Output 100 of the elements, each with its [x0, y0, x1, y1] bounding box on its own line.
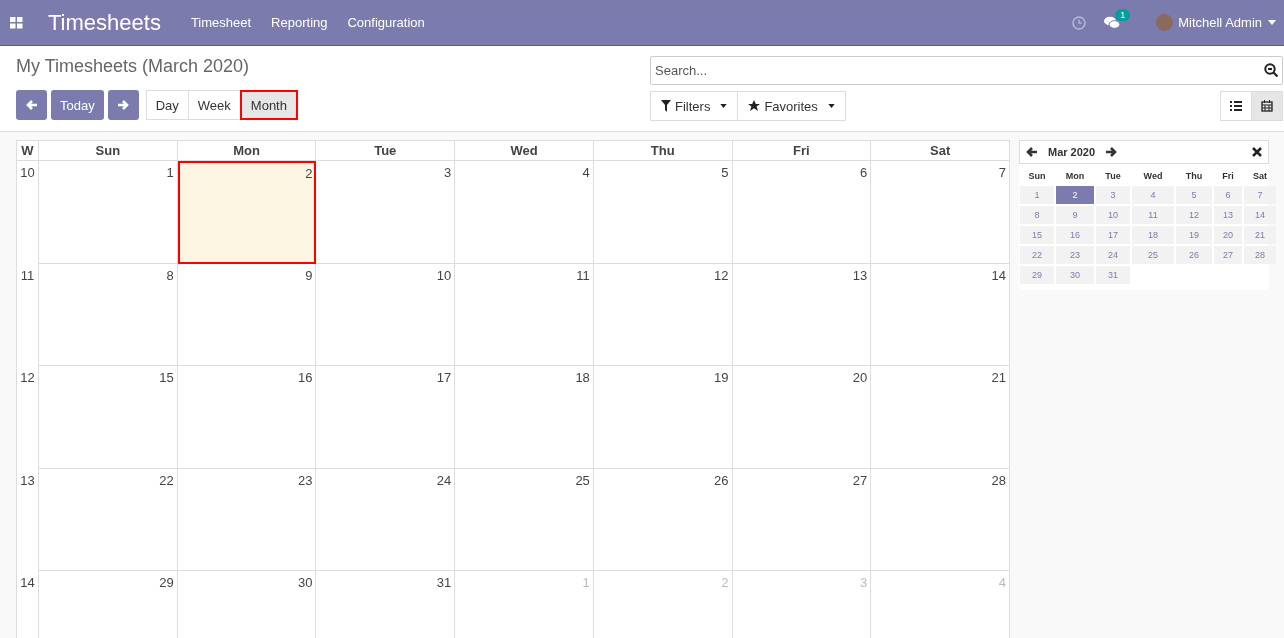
day-cell[interactable]: 3: [316, 161, 456, 264]
mini-day[interactable]: 11: [1132, 206, 1174, 224]
day-header: Sun: [39, 141, 178, 161]
close-icon[interactable]: [1252, 147, 1262, 157]
mini-day[interactable]: 13: [1214, 206, 1242, 224]
weekday-label: Wed: [1142, 170, 1164, 183]
menu-item[interactable]: Reporting: [271, 15, 328, 30]
list-view-button[interactable]: [1220, 91, 1252, 121]
mini-day[interactable]: 30: [1056, 266, 1094, 284]
day-cell[interactable]: 20: [732, 366, 872, 469]
day-cell[interactable]: 7: [871, 161, 1010, 264]
week-number: 10: [17, 161, 39, 264]
mini-day[interactable]: 2: [1056, 186, 1094, 204]
scale-tab[interactable]: Day: [145, 90, 189, 120]
mini-day[interactable]: 20: [1214, 226, 1242, 244]
mini-day[interactable]: 27: [1214, 246, 1242, 264]
day-cell[interactable]: 11: [455, 263, 594, 366]
day-cell[interactable]: 31: [316, 571, 456, 638]
mini-day[interactable]: 24: [1096, 246, 1130, 264]
day-cell[interactable]: 4: [455, 161, 594, 264]
day-cell[interactable]: 8: [39, 263, 178, 366]
day-cell[interactable]: 6: [732, 161, 872, 264]
mini-day[interactable]: 28: [1244, 246, 1276, 264]
mini-day[interactable]: 21: [1244, 226, 1276, 244]
menu-item[interactable]: Configuration: [347, 15, 425, 30]
mini-day[interactable]: 15: [1020, 226, 1054, 244]
previous-button[interactable]: [16, 90, 47, 120]
mini-day[interactable]: 16: [1056, 226, 1094, 244]
today-button[interactable]: Today: [51, 90, 104, 120]
day-cell[interactable]: 10: [316, 263, 456, 366]
weekday-label: Fri: [1221, 170, 1235, 183]
mini-day[interactable]: 22: [1020, 246, 1054, 264]
day-cell[interactable]: 18: [455, 366, 594, 469]
day-cell[interactable]: 14: [871, 263, 1010, 366]
chat-icon[interactable]: [1104, 15, 1121, 30]
next-button[interactable]: [107, 90, 139, 120]
mini-day[interactable]: 17: [1096, 226, 1130, 244]
week-number: 11: [17, 263, 39, 366]
day-header: Fri: [732, 141, 872, 161]
mini-day[interactable]: 14: [1244, 206, 1276, 224]
mini-day[interactable]: 6: [1214, 186, 1242, 204]
day-cell[interactable]: 13: [732, 263, 872, 366]
mini-day[interactable]: 18: [1132, 226, 1174, 244]
day-header: Tue: [316, 141, 456, 161]
menu-item[interactable]: Timesheet: [190, 15, 252, 30]
filters-dropdown[interactable]: Filters: [650, 91, 739, 121]
week-number: 13: [17, 468, 39, 571]
mini-day[interactable]: 25: [1132, 246, 1174, 264]
day-cell[interactable]: 17: [316, 366, 456, 469]
mini-day[interactable]: 19: [1176, 226, 1212, 244]
day-cell[interactable]: 27: [732, 468, 872, 571]
day-cell[interactable]: 26: [593, 468, 733, 571]
mini-day[interactable]: 31: [1096, 266, 1130, 284]
search-icon[interactable]: [1264, 63, 1279, 78]
mini-day[interactable]: 4: [1132, 186, 1174, 204]
caret-icon: [1268, 20, 1276, 25]
day-cell[interactable]: 16: [177, 366, 317, 469]
user-menu[interactable]: Mitchell Admin: [1178, 15, 1262, 30]
star-icon: [748, 100, 761, 112]
mini-day[interactable]: 5: [1176, 186, 1212, 204]
day-cell[interactable]: 19: [593, 366, 733, 469]
arrow-left-icon: [1026, 146, 1038, 158]
calendar-icon: [1261, 100, 1273, 112]
mini-day[interactable]: 12: [1176, 206, 1212, 224]
day-cell[interactable]: 12: [593, 263, 733, 366]
day-cell[interactable]: 28: [871, 468, 1010, 571]
day-cell[interactable]: 30: [177, 571, 317, 638]
day-cell[interactable]: 5: [593, 161, 733, 264]
mini-day[interactable]: 9: [1056, 206, 1094, 224]
day-cell[interactable]: 24: [316, 468, 456, 571]
favorites-dropdown[interactable]: Favorites: [737, 91, 846, 121]
day-cell[interactable]: 23: [177, 468, 317, 571]
month-title[interactable]: Mar 2020: [1048, 146, 1096, 158]
calendar-view-button[interactable]: [1251, 91, 1283, 121]
day-cell[interactable]: 2: [177, 161, 317, 264]
clock-icon[interactable]: [1072, 15, 1087, 30]
mini-day[interactable]: 8: [1020, 206, 1054, 224]
day-cell[interactable]: 21: [871, 366, 1010, 469]
search-field[interactable]: Search...: [650, 56, 1283, 85]
mini-day[interactable]: 1: [1020, 186, 1054, 204]
mini-day[interactable]: 26: [1176, 246, 1212, 264]
mini-day[interactable]: 3: [1096, 186, 1130, 204]
weekday-label: Mon: [1064, 170, 1086, 183]
scale-tab[interactable]: Week: [187, 90, 241, 120]
week-number: 12: [17, 366, 39, 469]
day-cell[interactable]: 25: [455, 468, 594, 571]
apps-grid-icon[interactable]: [10, 16, 23, 29]
mini-day[interactable]: 10: [1096, 206, 1130, 224]
app-title[interactable]: Timesheets: [48, 9, 161, 36]
day-cell[interactable]: 15: [39, 366, 178, 469]
mini-day[interactable]: 29: [1020, 266, 1054, 284]
day-cell[interactable]: 22: [39, 468, 178, 571]
day-cell[interactable]: 9: [177, 263, 317, 366]
day-cell[interactable]: 29: [39, 571, 178, 638]
week-number: 14: [17, 571, 39, 638]
scale-tab[interactable]: Month: [239, 90, 298, 120]
day-header: Sat: [871, 141, 1010, 161]
day-cell[interactable]: 1: [39, 161, 178, 264]
mini-day[interactable]: 7: [1244, 186, 1276, 204]
mini-day[interactable]: 23: [1056, 246, 1094, 264]
